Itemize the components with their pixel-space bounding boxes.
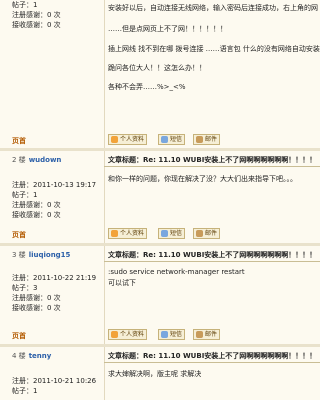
title-underline — [104, 166, 320, 167]
post-title: 文章标题：Re: 11.10 WUBI安装上不了网啊啊啊啊啊啊！！！！ — [108, 352, 317, 360]
thanks-received: 接收感谢：0 次 — [12, 21, 61, 29]
floor-number: 2 楼 — [12, 156, 26, 164]
title-underline — [104, 261, 320, 262]
page-top-link[interactable]: 页首 — [12, 136, 26, 146]
post-text-line: ……但是点网页上不了网！！！！！！ — [108, 25, 227, 33]
page-top-link[interactable]: 页首 — [12, 230, 26, 240]
post-text-line: 跪问各位大人！！这怎么办！！ — [108, 64, 206, 72]
thanks-given: 注册感谢：0 次 — [12, 294, 61, 302]
post-separator — [0, 243, 320, 246]
post-text-line: 安装好以后，自动连接无线网络，输入密码后连接成功，右上角的网 — [108, 4, 318, 12]
post3-stats: 注册：2011-10-21 10:26 帖子：1 — [12, 376, 96, 396]
post-text-line: 可以试下 — [108, 279, 136, 287]
register-date: 注册：2011-10-21 10:26 — [12, 377, 97, 385]
post-count: 帖子：3 — [12, 284, 38, 292]
floor-header: 2 楼 wudown — [12, 155, 61, 165]
post-text-line: 和你一样的问题，你现在解决了没？大大们出来指导下吧。。。 — [108, 175, 297, 183]
post-title: 文章标题：Re: 11.10 WUBI安装上不了网啊啊啊啊啊啊！！！！ — [108, 251, 317, 259]
mail-icon — [196, 331, 203, 338]
title-underline — [104, 362, 320, 363]
username-link[interactable]: tenny — [29, 352, 52, 360]
post-text-line: :sudo service network-manager restart — [108, 268, 245, 276]
page-top-link[interactable]: 页首 — [12, 331, 26, 341]
message-icon — [161, 331, 168, 338]
post2-stats: 注册：2011-10-22 21:19 帖子：3 注册感谢：0 次 接收感谢：0… — [12, 273, 96, 313]
thanks-given: 注册感谢：0 次 — [12, 201, 61, 209]
post-separator — [0, 148, 320, 151]
post-text-line: 插上网线 找不到在哪 拨号连接 ……语言包 什么的没有网络自动安装 — [108, 45, 320, 53]
floor-number: 4 楼 — [12, 352, 26, 360]
username-link[interactable]: wudown — [29, 156, 62, 164]
post-text-line: 求大婶解决啊，版主呢 求解决 — [108, 370, 202, 378]
profile-button[interactable]: 个人资料 — [108, 329, 148, 340]
post-divider — [104, 0, 105, 148]
message-icon — [161, 136, 168, 143]
pm-button[interactable]: 短信 — [158, 134, 186, 145]
profile-button[interactable]: 个人资料 — [108, 228, 148, 239]
floor-header: 3 楼 liuqiong15 — [12, 250, 70, 260]
post-separator — [0, 344, 320, 347]
profile-button[interactable]: 个人资料 — [108, 134, 148, 145]
email-button[interactable]: 邮件 — [193, 329, 221, 340]
post-count: 帖子：1 — [12, 387, 38, 395]
email-button[interactable]: 邮件 — [193, 134, 221, 145]
register-date: 注册：2011-10-13 19:17 — [12, 181, 97, 189]
pm-button[interactable]: 短信 — [158, 329, 186, 340]
post-count: 帖子：1 — [12, 1, 38, 9]
message-icon — [161, 230, 168, 237]
thanks-given: 注册感谢：0 次 — [12, 11, 61, 19]
mail-icon — [196, 230, 203, 237]
person-icon — [111, 136, 118, 143]
post-text-line: 各种不会弄……%>_<% — [108, 83, 186, 91]
post0-stats: 帖子：1 注册感谢：0 次 接收感谢：0 次 — [12, 0, 61, 30]
floor-header: 4 楼 tenny — [12, 351, 51, 361]
mail-icon — [196, 136, 203, 143]
person-icon — [111, 331, 118, 338]
post1-stats: 注册：2011-10-13 19:17 帖子：1 注册感谢：0 次 接收感谢：0… — [12, 180, 96, 220]
floor-number: 3 楼 — [12, 251, 26, 259]
username-link[interactable]: liuqiong15 — [29, 251, 71, 259]
pm-button[interactable]: 短信 — [158, 228, 186, 239]
email-button[interactable]: 邮件 — [193, 228, 221, 239]
register-date: 注册：2011-10-22 21:19 — [12, 274, 97, 282]
post-title: 文章标题：Re: 11.10 WUBI安装上不了网啊啊啊啊啊啊！！！！ — [108, 156, 317, 164]
post-count: 帖子：1 — [12, 191, 38, 199]
thanks-received: 接收感谢：0 次 — [12, 304, 61, 312]
thanks-received: 接收感谢：0 次 — [12, 211, 61, 219]
post-divider — [104, 347, 105, 400]
post-divider — [104, 151, 105, 243]
person-icon — [111, 230, 118, 237]
